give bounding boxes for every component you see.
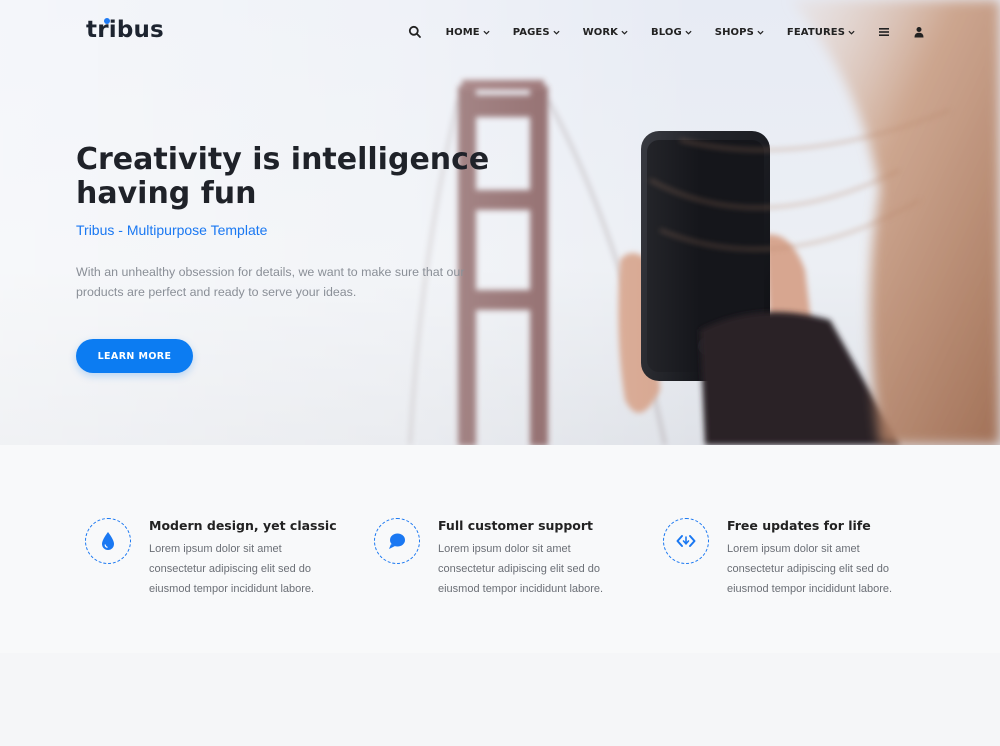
- nav-item-home[interactable]: HOME: [446, 27, 490, 38]
- chevron-down-icon: [621, 30, 628, 35]
- chevron-down-icon: [848, 30, 855, 35]
- feature-text: Lorem ipsum dolor sit amet consectetur a…: [727, 543, 893, 595]
- hero-title: Creativity is intelligence having fun: [76, 143, 496, 211]
- brand-logo[interactable]: tribus: [86, 17, 164, 43]
- nav-item-pages[interactable]: PAGES: [513, 27, 560, 38]
- nav-item-label: BLOG: [651, 26, 682, 38]
- hero-title-line-1: Creativity is intelligence: [76, 142, 490, 177]
- chevron-down-icon: [553, 30, 560, 35]
- feature-icon-circle: [663, 518, 709, 564]
- nav-item-label: SHOPS: [714, 26, 754, 38]
- nav-item-blog[interactable]: BLOG: [651, 27, 692, 38]
- nav-item-work[interactable]: WORK: [583, 27, 628, 38]
- feature-title: Full customer support: [438, 518, 594, 533]
- feature-text: Lorem ipsum dolor sit amet consectetur a…: [149, 543, 315, 595]
- features-section: Modern design, yet classic Lorem ipsum d…: [0, 445, 1000, 653]
- feature-title: Modern design, yet classic: [149, 518, 337, 533]
- feature-icon-circle: [85, 518, 131, 564]
- nav-item-label: WORK: [582, 26, 619, 38]
- code-icon: [676, 535, 696, 547]
- nav-item-label: PAGES: [512, 26, 550, 38]
- hero-section: tribus HOME PAGES WORK BLOG SHOPS FEATUR…: [0, 0, 1000, 445]
- main-nav: HOME PAGES WORK BLOG SHOPS FEATURES: [408, 24, 924, 40]
- chevron-down-icon: [757, 30, 764, 35]
- chevron-down-icon: [685, 30, 692, 35]
- learn-more-button[interactable]: LEARN MORE: [76, 339, 193, 373]
- hero-description: With an unhealthy obsession for details,…: [76, 265, 465, 299]
- chat-bubble-icon: [389, 533, 405, 549]
- feature-title: Free updates for life: [727, 518, 871, 533]
- nav-item-label: FEATURES: [786, 26, 845, 38]
- water-drop-icon: [102, 532, 114, 550]
- nav-item-label: HOME: [445, 26, 480, 38]
- nav-item-features[interactable]: FEATURES: [787, 27, 855, 38]
- page-footer-space: [0, 653, 1000, 746]
- nav-item-shops[interactable]: SHOPS: [715, 27, 764, 38]
- hamburger-icon[interactable]: [878, 26, 890, 38]
- user-icon[interactable]: [914, 26, 924, 38]
- search-icon[interactable]: [408, 25, 422, 39]
- hero-subtitle: Tribus - Multipurpose Template: [76, 222, 268, 238]
- chevron-down-icon: [483, 30, 490, 35]
- feature-text: Lorem ipsum dolor sit amet consectetur a…: [438, 543, 604, 595]
- brand-logo-dot: [104, 18, 110, 24]
- hero-title-line-2: having fun: [76, 176, 257, 211]
- feature-icon-circle: [374, 518, 420, 564]
